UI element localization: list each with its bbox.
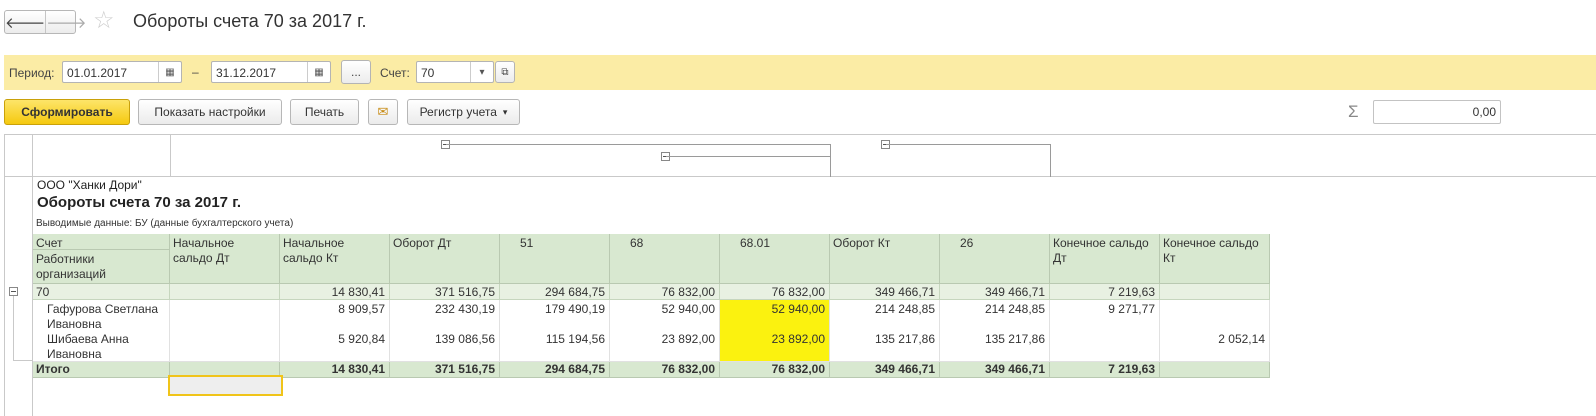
register-label: Регистр учета (419, 105, 497, 119)
header-col: Начальное сальдо Дт (170, 234, 280, 284)
period-select-button[interactable]: ... (341, 60, 371, 84)
generate-button[interactable]: Сформировать (4, 99, 130, 125)
envelope-icon: ✉ (377, 104, 389, 119)
row-label: Шибаева Анна Ивановна (33, 330, 170, 362)
table-cell: 135 217,86 (830, 330, 940, 362)
header-account: Счет (33, 234, 170, 250)
header-col: 68 (610, 234, 720, 284)
table-cell (1160, 284, 1270, 300)
table-cell: 179 490,19 (500, 300, 610, 332)
sum-field[interactable]: 0,00 (1373, 100, 1501, 124)
table-cell: 115 194,56 (500, 330, 610, 362)
calendar-icon[interactable]: ▦ (307, 62, 330, 82)
period-dash: – (192, 65, 199, 79)
account-value: 70 (421, 66, 435, 80)
nav-buttons: 🡐 🡒 (4, 10, 86, 34)
table-cell: 7 219,63 (1050, 362, 1160, 378)
header-col: Конечное сальдо Дт (1050, 234, 1160, 284)
table-cell: 52 940,00 (610, 300, 720, 332)
open-account-button[interactable]: ⧉ (495, 61, 515, 83)
table-cell: 76 832,00 (610, 284, 720, 300)
table-cell: 349 466,71 (830, 284, 940, 300)
period-label: Период: (9, 66, 55, 80)
table-cell: 371 516,75 (390, 284, 500, 300)
table-cell (1160, 362, 1270, 378)
table-cell: 214 248,85 (830, 300, 940, 332)
column-group-outline (666, 156, 831, 177)
table-cell: 8 909,57 (280, 300, 390, 332)
collapse-icon[interactable] (9, 287, 18, 296)
table-cell: 349 466,71 (830, 362, 940, 378)
table-cell (1160, 300, 1270, 332)
table-cell: 52 940,00 (720, 300, 830, 332)
table-cell: 349 466,71 (940, 284, 1050, 300)
table-cell (170, 284, 280, 300)
table-cell: 139 086,56 (390, 330, 500, 362)
table-cell: 294 684,75 (500, 362, 610, 378)
table-cell: 5 920,84 (280, 330, 390, 362)
row-group-line (13, 296, 14, 361)
register-dropdown[interactable]: Регистр учета ▾ (407, 99, 520, 125)
arrow-left-icon: 🡐 (5, 14, 46, 32)
calendar-icon[interactable]: ▦ (158, 62, 181, 82)
row-group-line (13, 360, 33, 361)
date-to-value: 31.12.2017 (216, 66, 277, 80)
row-label: Итого (33, 362, 170, 378)
table-cell: 14 830,41 (280, 284, 390, 300)
arrow-right-icon: 🡒 (46, 14, 87, 32)
table-cell: 23 892,00 (720, 330, 830, 362)
table-cell: 135 217,86 (940, 330, 1050, 362)
mail-button[interactable]: ✉ (368, 99, 398, 125)
selected-cell[interactable] (168, 375, 283, 396)
table-cell (1050, 330, 1160, 362)
report-top-border (4, 134, 1596, 135)
sum-icon: Σ (1348, 102, 1359, 121)
table-cell: 76 832,00 (720, 284, 830, 300)
table-cell: 214 248,85 (940, 300, 1050, 332)
table-cell: 349 466,71 (940, 362, 1050, 378)
header-col: Начальное сальдо Кт (280, 234, 390, 284)
table-cell: 7 219,63 (1050, 284, 1160, 300)
row-label: 70 (33, 284, 170, 300)
page-title: Обороты счета 70 за 2017 г. (133, 11, 367, 31)
table-cell: 294 684,75 (500, 284, 610, 300)
print-button[interactable]: Печать (290, 99, 359, 125)
account-label: Счет: (380, 66, 410, 80)
show-settings-button[interactable]: Показать настройки (138, 99, 282, 125)
open-icon: ⧉ (501, 66, 509, 78)
header-col: 26 (940, 234, 1050, 284)
table-cell: 232 430,19 (390, 300, 500, 332)
favorite-star-icon[interactable]: ☆ (93, 9, 115, 33)
header-col: Оборот Дт (390, 234, 500, 284)
account-field[interactable]: 70 ▾ (416, 61, 494, 83)
column-group-outline (886, 144, 1051, 177)
date-to-field[interactable]: 31.12.2017 ▦ (211, 61, 331, 83)
header-employees: Работники организаций (33, 250, 170, 284)
header-col: 68.01 (720, 234, 830, 284)
report-title: Обороты счета 70 за 2017 г. (37, 194, 242, 211)
header-col: Оборот Кт (830, 234, 940, 284)
table-cell: 9 271,77 (1050, 300, 1160, 332)
table-cell: 14 830,41 (280, 362, 390, 378)
table-cell (170, 300, 280, 332)
date-from-field[interactable]: 01.01.2017 ▦ (62, 61, 182, 83)
table-cell: 371 516,75 (390, 362, 500, 378)
organization-name: ООО "Ханки Дори" (37, 178, 142, 192)
table-cell: 2 052,14 (1160, 330, 1270, 362)
header-col: 51 (500, 234, 610, 284)
table-cell: 23 892,00 (610, 330, 720, 362)
back-button[interactable]: 🡐 (5, 11, 45, 33)
header-col: Конечное сальдо Кт (1160, 234, 1270, 284)
chevron-down-icon: ▾ (502, 106, 508, 117)
row-label: Гафурова Светлана Ивановна (33, 300, 170, 332)
date-from-value: 01.01.2017 (67, 66, 128, 80)
table-cell: 76 832,00 (610, 362, 720, 378)
report-output-info: Выводимые данные: БУ (данные бухгалтерск… (36, 218, 294, 229)
table-cell (170, 330, 280, 362)
chevron-down-icon[interactable]: ▾ (470, 62, 493, 82)
forward-button[interactable]: 🡒 (45, 11, 86, 33)
header-divider (170, 134, 171, 176)
table-cell: 76 832,00 (720, 362, 830, 378)
